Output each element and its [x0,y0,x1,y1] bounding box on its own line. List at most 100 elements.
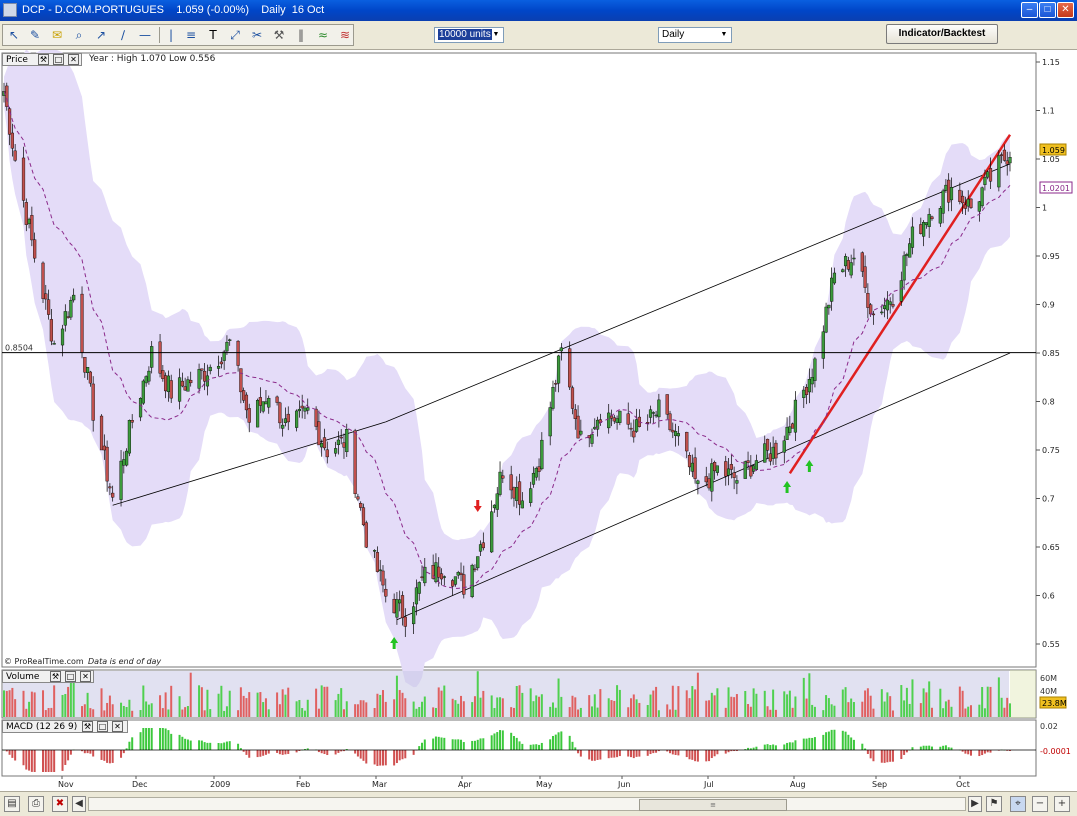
marker-icon[interactable]: ⚑ [986,796,1002,812]
volume-bar [412,701,415,717]
volume-bar [866,688,869,717]
volume-bar [989,686,992,717]
close-chart-icon[interactable]: ✖ [52,796,68,812]
macd-bar [577,750,580,754]
macd-bar [384,750,387,766]
macd-bar [669,750,672,754]
volume-bar [649,694,652,717]
macd-bar [925,745,928,750]
volume-bar [510,707,513,717]
candle-body [99,415,104,451]
macd-bar [518,741,521,750]
candle-body [554,383,558,385]
volume-bar [462,701,465,717]
zoom-icon[interactable]: ⌕ [71,27,87,43]
macd-bar [67,750,70,761]
scissors-icon[interactable]: ✂ [249,27,265,43]
chevron-down-icon[interactable]: ▼ [718,29,730,41]
chart-canvas[interactable]: 0.8504 1.15 1.1 1.05 1 0.95 0.9 0.85 0.8 0.75 0.7… [0,50,1077,791]
window-icon[interactable]: □ [53,54,64,65]
candle-body [130,420,134,423]
horizontal-scrollbar[interactable]: ≡ [88,797,966,811]
volume-bar [159,695,162,717]
candle-body [353,430,357,495]
candle-body [807,379,811,393]
scroll-right-icon[interactable]: ▶ [968,796,982,812]
maximize-icon[interactable]: □ [1039,2,1056,18]
line-draw-icon[interactable]: ↗ [93,27,109,43]
volume-bar [111,704,114,717]
volume-bar [108,695,111,717]
x-axis-label: Jun [617,780,631,789]
zoom-fit-icon[interactable]: ⌖ [1010,796,1026,812]
volume-bar [306,699,309,717]
ruler-icon[interactable]: ✎ [27,27,43,43]
indicator-backtest-button[interactable]: Indicator/Backtest [886,24,998,44]
scroll-thumb[interactable]: ≡ [639,799,787,811]
window-icon[interactable]: □ [65,671,76,682]
folder-icon[interactable]: ▤ [4,796,20,812]
candle-body [791,423,795,429]
period-select[interactable]: Daily ▼ [658,27,732,43]
window-title-bar[interactable]: DCP - D.COM.PORTUGUES 1.059 (-0.00%) Dai… [0,0,1077,21]
indicator-icon[interactable]: ≈ [315,27,331,43]
vertical-line-icon[interactable]: | [163,27,179,43]
close-panel-icon[interactable]: ✕ [80,671,91,682]
x-axis-label: Dec [132,780,147,789]
horizontal-line-icon[interactable]: — [137,27,153,43]
candle-body [743,461,747,479]
backtest-icon[interactable]: ≋ [337,27,353,43]
chart-window[interactable]: 0.8504 1.15 1.1 1.05 1 0.95 0.9 0.85 0.8 0.75 0.7… [0,50,1077,791]
macd-bar [412,750,415,755]
chevron-down-icon[interactable]: ▼ [490,29,502,41]
scroll-left-icon[interactable]: ◀ [72,796,86,812]
trend-line-icon[interactable]: ∕ [115,27,131,43]
close-panel-icon[interactable]: ✕ [112,721,123,732]
candle-body [244,394,249,411]
pointer-icon[interactable]: ↖ [6,27,22,43]
wrench-icon[interactable]: ⚒ [82,721,93,732]
volume-bar [535,695,538,717]
macd-bar [618,750,621,757]
cross-arrows-icon[interactable]: ⤢ [227,27,243,43]
volume-bar [81,706,84,717]
price-candle [314,406,318,431]
units-select[interactable]: 10000 units ▼ [434,27,504,43]
hammer-icon[interactable]: ⚒ [271,27,287,43]
volume-bar [145,701,148,717]
candle-body [724,461,728,477]
candle-body [381,570,385,586]
zoom-out-icon[interactable]: − [1032,796,1048,812]
macd-bar [852,739,855,750]
volume-bar [908,703,911,717]
volume-bar [421,701,424,717]
volume-bar [404,698,407,717]
macd-bar [287,750,290,754]
candle-body [21,157,26,201]
print-icon[interactable]: ⎙ [28,796,44,812]
fibonacci-icon[interactable]: ≡ [183,27,199,43]
zoom-in-icon[interactable]: + [1054,796,1070,812]
text-icon[interactable]: T [205,27,221,43]
volume-bar [710,692,713,717]
wrench-icon[interactable]: ⚒ [50,671,61,682]
window-icon[interactable]: □ [97,721,108,732]
volume-bar [749,706,752,717]
macd-bar [844,731,847,750]
candle-body [225,341,229,352]
columns-icon[interactable]: ‖ [293,27,309,43]
alarm-bell-icon[interactable]: ✉ [49,27,65,43]
minimize-icon[interactable]: – [1021,2,1038,18]
macd-bar [493,733,496,750]
volume-bar [596,707,599,717]
volume-bar [457,703,460,717]
macd-bar [404,750,407,759]
wrench-icon[interactable]: ⚒ [38,54,49,65]
close-icon[interactable]: ✕ [1057,2,1074,18]
volume-bar [225,706,228,717]
macd-bar [554,734,557,750]
macd-bar [674,750,677,755]
candle-body [125,450,129,466]
close-panel-icon[interactable]: ✕ [68,54,79,65]
volume-bar [763,690,766,717]
